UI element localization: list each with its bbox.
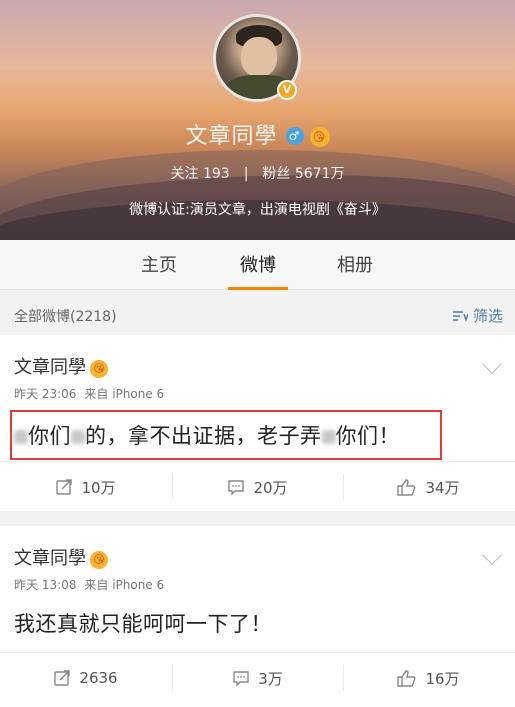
comment-icon [227,478,245,496]
tab-weibo[interactable]: 微博 [218,240,298,290]
filter-icon [452,307,473,325]
thumbs-up-icon [397,478,417,496]
follow-count: 193 [202,166,230,182]
post-author-row: 文章同學 😘 [14,353,108,379]
like-count: 34万 [425,478,460,497]
repost-button[interactable]: 10万 [0,462,171,512]
post-text: 你们 的，拿不出证据，老子弄 你们！ [14,420,400,450]
post-actions: 2636 3万 16万 [0,652,515,702]
repost-count: 10万 [81,478,116,497]
member-emoji-icon: 😘 [90,360,108,378]
post-time: 昨天 23:06 [14,387,77,401]
post-time: 昨天 13:08 [14,578,77,592]
post-actions: 10万 20万 34万 [0,461,515,511]
comment-button[interactable]: 20万 [172,462,343,512]
censored-blur [71,430,85,444]
post-text-segment: 你们 [28,424,71,448]
post-author[interactable]: 文章同學 [14,548,86,569]
tab-album[interactable]: 相册 [315,240,395,290]
censored-blur [321,430,336,444]
filter-bar: 全部微博(2218) 筛选 [0,298,515,334]
profile-name-row: 文章同學 ♂ 😘 [0,118,515,150]
comment-count: 20万 [253,478,288,497]
post-source: 来自 iPhone 6 [84,387,165,401]
repost-icon [55,478,73,496]
stats-divider: | [243,166,249,182]
fans-count: 5671万 [294,166,345,182]
repost-icon [53,669,71,687]
post-text-segment: 的，拿不出证据，老子弄 [85,424,322,448]
repost-button[interactable]: 2636 [0,653,171,703]
like-count: 16万 [425,669,460,688]
post-meta: 昨天 23:06 来自 iPhone 6 [14,385,164,402]
filter-button[interactable]: 筛选 [452,305,503,326]
fans-label: 粉丝 [262,166,291,182]
member-emoji-icon: 😘 [309,127,330,147]
avatar-face [241,37,277,77]
post-meta: 昨天 13:08 来自 iPhone 6 [14,576,164,593]
weibo-post[interactable]: 文章同學 😘 昨天 13:08 来自 iPhone 6 我还真就只能呵呵一下了！ 2… [0,526,515,707]
follow-stat[interactable]: 关注 193 [171,166,230,182]
post-text: 我还真就只能呵呵一下了！ [14,612,272,636]
post-author[interactable]: 文章同學 [14,357,86,378]
censored-blur [14,430,28,444]
profile-header: V 文章同學 ♂ 😘 关注 193 | 粉丝 5671万 微博认证:演员文章，出演电视剧… [0,0,515,240]
profile-tabs: 主页 微博 相册 [0,240,515,290]
thumbs-up-icon [397,669,417,687]
follow-label: 关注 [170,166,199,182]
fans-stat[interactable]: 粉丝 5671万 [262,166,344,182]
tab-home[interactable]: 主页 [119,240,199,290]
filter-label: 筛选 [472,307,503,325]
verification-text: 微博认证:演员文章，出演电视剧《奋斗》 [129,202,386,218]
like-button[interactable]: 34万 [343,462,514,512]
chevron-down-icon[interactable] [482,354,502,374]
verified-badge-icon: V [277,80,297,100]
comment-count: 3万 [258,669,283,688]
like-button[interactable]: 16万 [343,653,514,703]
repost-count: 2636 [79,669,118,687]
member-emoji-icon: 😘 [90,551,108,569]
post-text-segment: 你们！ [335,424,400,448]
all-weibo-count: 全部微博(2218) [14,309,117,325]
male-gender-icon: ♂ [285,127,304,145]
chevron-down-icon[interactable] [482,545,502,565]
profile-stats: 关注 193 | 粉丝 5671万 [0,163,515,183]
profile-name: 文章同學 [185,124,278,149]
post-author-row: 文章同學 😘 [14,544,108,570]
comment-button[interactable]: 3万 [172,653,343,703]
post-source: 来自 iPhone 6 [84,578,165,592]
weibo-post[interactable]: 文章同學 😘 昨天 23:06 来自 iPhone 6 你们 的，拿不出证据，老子弄你… [0,335,515,511]
comment-icon [232,669,250,687]
